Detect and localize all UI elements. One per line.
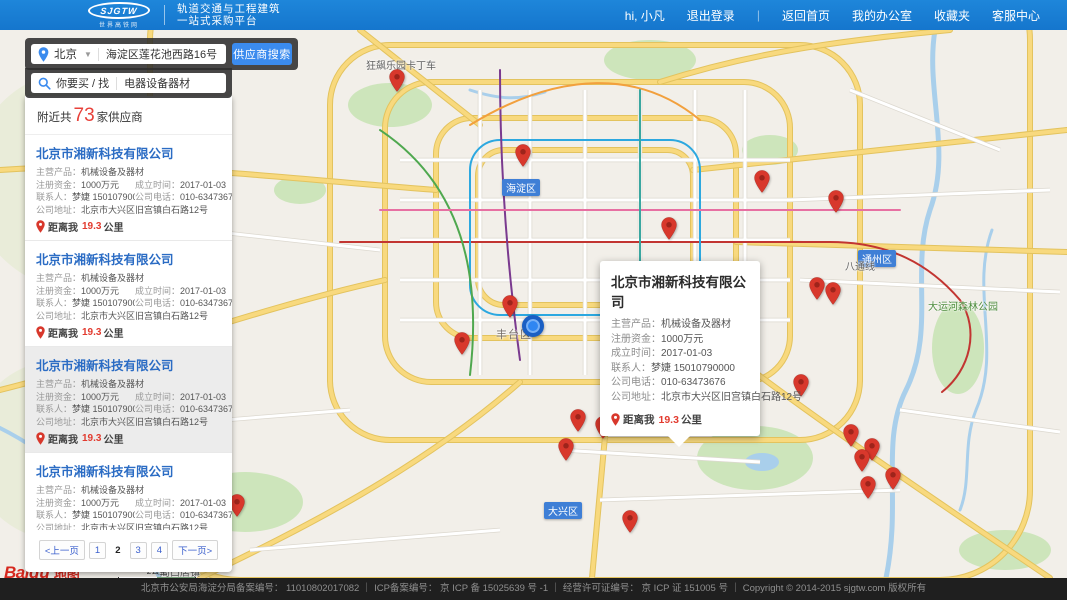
keyword-search-row: 你要买 / 找	[25, 68, 232, 98]
distance-pin-icon	[36, 220, 45, 233]
popup-detail-line: 注册资金：1000万元	[611, 333, 704, 345]
menu-service-link[interactable]: 客服中心	[992, 7, 1040, 24]
distance-pin-icon	[36, 432, 45, 445]
find-label: 你要买 / 找	[56, 78, 110, 90]
distance-row: 距离我 19.3 公里	[36, 219, 221, 234]
supplier-list-item[interactable]: 北京市湘新科技有限公司 主营产品：机械设备及器材 注册资金：1000万元 成立时…	[25, 241, 232, 347]
supplier-pin[interactable]	[885, 467, 901, 495]
supplier-pin[interactable]	[854, 449, 870, 477]
supplier-pin[interactable]	[570, 409, 586, 437]
page-button[interactable]: 下一页>	[172, 540, 219, 560]
site-logo[interactable]: SJGTW 世界高铁网	[87, 1, 151, 29]
menu-office-link[interactable]: 我的办公室	[852, 7, 912, 24]
distance-row: 距离我 19.3 公里	[36, 431, 221, 446]
supplier-name-link[interactable]: 北京市湘新科技有限公司	[36, 461, 221, 480]
popup-detail-line: 成立时间：2017-01-03	[611, 348, 713, 359]
footer-bar: 北京市公安局海淀分局备案编号： 11010802017082 ｜ ICP备案编号…	[0, 578, 1067, 600]
user-greeting: hi, 小凡	[624, 8, 665, 23]
chevron-down-icon[interactable]: ▼	[84, 50, 92, 59]
menu-home-link[interactable]: 返回首页	[782, 7, 830, 24]
results-panel: 附近共 73 家供应商 北京市湘新科技有限公司 主营产品：机械设备及器材 注册资金：…	[25, 96, 232, 572]
current-location-marker[interactable]	[522, 315, 544, 337]
site-tagline: 轨道交通与工程建筑 一站式采购平台	[177, 3, 281, 27]
supplier-name-link[interactable]: 北京市湘新科技有限公司	[36, 249, 221, 268]
map-label: 八通线	[845, 262, 875, 273]
supplier-pin[interactable]	[454, 332, 470, 360]
keyword-input-box: 你要买 / 找	[31, 73, 226, 93]
header-menu: hi, 小凡 退出登录 | 返回首页 我的办公室 收藏夹 客服中心	[603, 7, 1040, 24]
supplier-pin[interactable]	[809, 277, 825, 305]
footer-record-text: 北京市公安局海淀分局备案编号： 11010802017082 ｜ ICP备案编号…	[140, 583, 927, 594]
supplier-pin[interactable]	[661, 217, 677, 245]
map-label: 大兴区	[544, 502, 582, 519]
keyword-input[interactable]	[124, 77, 219, 89]
map-label: 海淀区	[502, 179, 540, 196]
page-button[interactable]: 1	[88, 541, 107, 559]
popup-detail-line: 主营产品：机械设备及器材	[611, 319, 731, 330]
popup-detail-line: 公司电话：010-63473676	[611, 377, 726, 388]
supplier-list-item[interactable]: 北京市湘新科技有限公司 主营产品：机械设备及器材 注册资金：1000万元 成立时…	[25, 135, 232, 241]
search-icon	[38, 77, 51, 90]
logo-oval: SJGTW	[87, 1, 151, 19]
supplier-pin[interactable]	[515, 144, 531, 172]
map-label: 大运河森林公园	[928, 302, 998, 313]
location-search-row: 北京 ▼ 供应商搜索	[25, 38, 298, 70]
supplier-pin[interactable]	[558, 438, 574, 466]
supplier-list-item[interactable]: 北京市湘新科技有限公司 主营产品：机械设备及器材 注册资金：1000万元 成立时…	[25, 453, 232, 530]
input-divider	[116, 76, 118, 90]
results-count-header: 附近共 73 家供应商	[25, 96, 232, 135]
page-button[interactable]: <上一页	[38, 540, 85, 560]
results-count: 73	[73, 105, 95, 126]
popup-detail-line: 公司地址：北京市大兴区旧宫镇白石路12号	[611, 391, 803, 403]
supplier-name-link[interactable]: 北京市湘新科技有限公司	[36, 143, 221, 162]
distance-pin-icon	[36, 326, 45, 339]
supplier-search-button[interactable]: 供应商搜索	[232, 43, 292, 65]
top-header: SJGTW 世界高铁网 轨道交通与工程建筑 一站式采购平台 hi, 小凡 退出登…	[0, 0, 1067, 30]
menu-favorites-link[interactable]: 收藏夹	[934, 7, 970, 24]
supplier-pin[interactable]	[389, 69, 405, 97]
distance-pin-icon	[611, 413, 620, 426]
supplier-pin[interactable]	[828, 190, 844, 218]
page-button[interactable]: 4	[150, 541, 169, 559]
city-selector[interactable]: 北京	[54, 46, 77, 62]
address-input[interactable]	[105, 48, 219, 60]
app-window: SJGTW 世界高铁网 轨道交通与工程建筑 一站式采购平台 hi, 小凡 退出登…	[0, 0, 1067, 600]
header-divider	[164, 5, 165, 25]
logout-link[interactable]: 退出登录	[687, 7, 735, 24]
supplier-pin[interactable]	[843, 424, 859, 452]
page-button[interactable]: 3	[129, 541, 147, 559]
pagination: <上一页 1 2 3 4 下一页>	[25, 530, 232, 572]
supplier-list: 北京市湘新科技有限公司 主营产品：机械设备及器材 注册资金：1000万元 成立时…	[25, 135, 232, 530]
popup-detail-line: 联系人：梦婕 15010790000	[611, 362, 735, 374]
map-info-popup[interactable]: 北京市湘新科技有限公司 主营产品：机械设备及器材 注册资金：1000万元 成立时间：…	[600, 261, 803, 447]
search-panel: 北京 ▼ 供应商搜索 你要买 / 找	[25, 38, 298, 98]
page-button: 2	[115, 544, 121, 556]
map-pin-icon	[38, 46, 49, 62]
distance-row: 距离我 19.3 公里	[36, 325, 221, 340]
supplier-pin[interactable]	[860, 476, 876, 504]
supplier-name-link[interactable]: 北京市湘新科技有限公司	[36, 355, 221, 374]
supplier-pin[interactable]	[825, 282, 841, 310]
supplier-pin[interactable]	[622, 510, 638, 538]
menu-divider: |	[756, 8, 760, 22]
popup-distance: 距离我 19.3 公里	[611, 412, 749, 427]
supplier-pin[interactable]	[502, 295, 518, 323]
input-divider	[97, 47, 99, 61]
supplier-list-item[interactable]: 北京市湘新科技有限公司 主营产品：机械设备及器材 注册资金：1000万元 成立时…	[25, 347, 232, 453]
supplier-pin[interactable]	[754, 170, 770, 198]
location-input-box: 北京 ▼	[31, 44, 226, 64]
popup-supplier-name[interactable]: 北京市湘新科技有限公司	[611, 271, 749, 311]
